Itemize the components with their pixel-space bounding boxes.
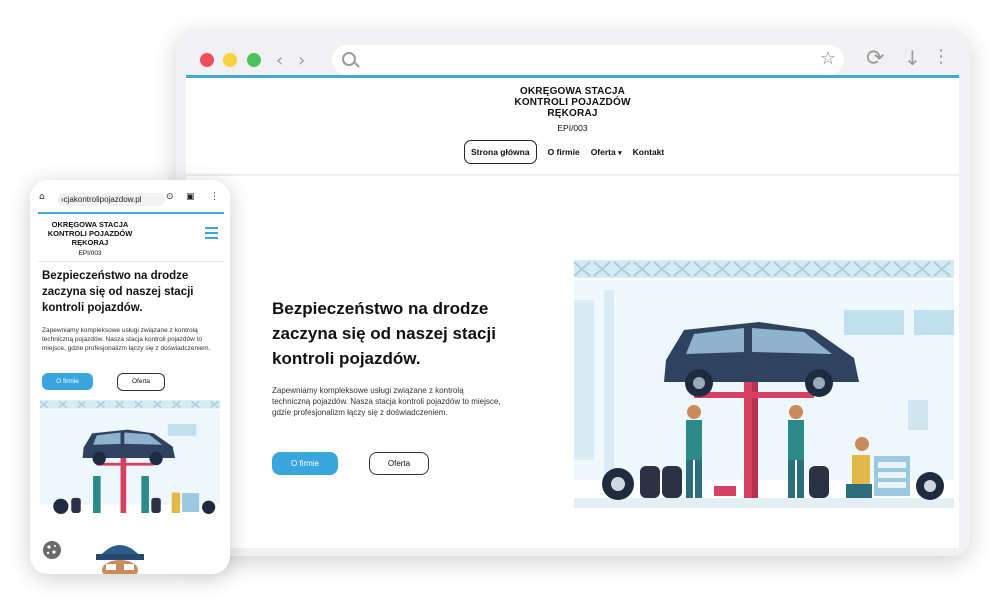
kebab-menu-icon[interactable]: ⋮ <box>932 46 950 67</box>
kebab-menu-icon[interactable]: ⋮ <box>210 192 219 202</box>
star-icon[interactable]: ☆ <box>820 48 836 69</box>
tabs-icon[interactable]: ▣ <box>186 192 195 202</box>
main-nav: Strona główna O firmie Oferta ▾ Kontakt <box>464 140 665 164</box>
nav-item-contact[interactable]: Kontakt <box>633 147 665 157</box>
chevron-down-icon: ▾ <box>618 150 622 157</box>
car-service-illustration <box>574 260 954 508</box>
hero-text: Zapewniamy kompleksowe usługi związane z… <box>272 386 501 417</box>
brand-line-1: OKRĘGOWA STACJA <box>51 220 129 229</box>
nav-item-offer[interactable]: Oferta ▾ <box>591 147 622 157</box>
desktop-page: OKRĘGOWA STACJA KONTROLI POJAZDÓW RĘKORA… <box>186 75 959 548</box>
close-window-button[interactable] <box>200 53 214 67</box>
mobile-hero-title: Bezpieczeństwo na drodze zaczyna się od … <box>42 270 194 314</box>
brand-line-2: KONTROLI POJAZDÓW <box>514 97 631 108</box>
header-divider <box>186 174 959 176</box>
brand-code: EPI/003 <box>78 250 102 257</box>
cookie-icon[interactable] <box>42 540 62 560</box>
about-button[interactable]: O firmie <box>272 452 338 475</box>
nav-item-home[interactable]: Strona główna <box>464 140 537 164</box>
hero-title: Bezpieczeństwo na drodze zaczyna się od … <box>272 299 496 368</box>
chevron-right-icon[interactable]: › <box>298 50 305 71</box>
address-bar[interactable]: ☆ <box>332 45 844 75</box>
mobile-site-logo[interactable]: OKRĘGOWA STACJA KONTROLI POJAZDÓW RĘKORA… <box>40 220 140 257</box>
brand-line-2: KONTROLI POJAZDÓW <box>47 229 133 238</box>
mobile-hero-text: Zapewniamy kompleksowe usługi związane z… <box>42 327 211 352</box>
chevron-left-icon[interactable]: ‹ <box>276 50 283 71</box>
browser-toolbar: ‹ › ☆ ⟳ ↓ ⋮ <box>186 40 959 80</box>
offer-button[interactable]: Oferta <box>369 452 429 475</box>
mobile-header-divider <box>38 261 224 262</box>
mobile-accent-line <box>38 212 224 214</box>
maximize-window-button[interactable] <box>247 53 261 67</box>
mobile-offer-button[interactable]: Oferta <box>117 373 165 391</box>
mobile-browser-bar: ⌂ ›cjakontrolipojazdow.pl ⊙ ▣ ⋮ <box>36 190 224 208</box>
download-icon[interactable]: ↓ <box>904 46 921 70</box>
brand-line-1: OKRĘGOWA STACJA <box>519 86 626 97</box>
hamburger-menu-icon[interactable] <box>205 227 218 242</box>
brand-line-3: RĘKORAJ <box>71 238 109 247</box>
play-icon[interactable]: ⊙ <box>166 192 174 202</box>
nav-item-offer-label: Oferta <box>590 147 616 157</box>
desktop-browser-mockup: ‹ › ☆ ⟳ ↓ ⋮ OKRĘGOWA STACJA KONTROLI POJ… <box>176 30 970 556</box>
brand-code: EPI/003 <box>557 123 588 133</box>
mobile-car-service-illustration <box>40 400 220 514</box>
site-logo[interactable]: OKRĘGOWA STACJA KONTROLI POJAZDÓW RĘKORA… <box>186 86 959 133</box>
search-icon <box>342 52 356 66</box>
mobile-about-button[interactable]: O firmie <box>42 373 93 390</box>
reload-icon[interactable]: ⟳ <box>866 46 884 71</box>
mobile-phone-mockup: ⌂ ›cjakontrolipojazdow.pl ⊙ ▣ ⋮ OKRĘGOWA… <box>30 180 230 574</box>
brand-line-3: RĘKORAJ <box>547 108 598 119</box>
mobile-address-bar[interactable]: ›cjakontrolipojazdow.pl <box>58 193 165 206</box>
nav-item-about[interactable]: O firmie <box>548 147 580 157</box>
minimize-window-button[interactable] <box>223 53 237 67</box>
home-icon[interactable]: ⌂ <box>39 192 45 202</box>
mechanic-mascot-image <box>96 545 144 574</box>
